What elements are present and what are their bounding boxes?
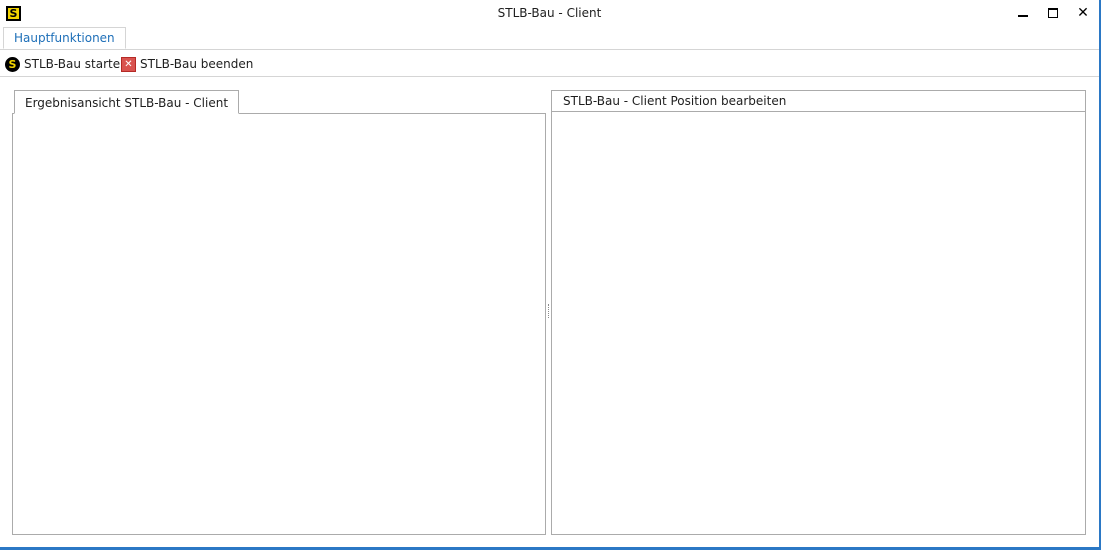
position-edit-header: STLB-Bau - Client Position bearbeiten [552, 91, 1085, 112]
stlb-stop-button[interactable]: ✕ STLB-Bau beenden [121, 55, 253, 73]
maximize-button[interactable] [1038, 0, 1068, 26]
maximize-icon [1048, 8, 1058, 18]
title-bar[interactable]: S STLB-Bau - Client ✕ [0, 0, 1099, 26]
tab-ergebnisansicht[interactable]: Ergebnisansicht STLB-Bau - Client [14, 90, 240, 114]
position-edit-panel[interactable]: STLB-Bau - Client Position bearbeiten [551, 90, 1086, 535]
app-window: S STLB-Bau - Client ✕ Hauptfunktionen S … [0, 0, 1101, 550]
tab-hauptfunktionen[interactable]: Hauptfunktionen [3, 27, 126, 49]
stlb-start-icon-letter: S [8, 57, 17, 71]
ribbon-tab-strip: Hauptfunktionen [0, 26, 1099, 50]
minimize-icon [1018, 15, 1028, 17]
stlb-start-icon: S [5, 56, 20, 72]
ribbon-toolbar: S STLB-Bau starten ✕ STLB-Bau beenden [0, 50, 1099, 77]
stlb-start-label: STLB-Bau starten [24, 57, 128, 71]
close-icon: ✕ [1077, 5, 1089, 21]
stlb-start-button[interactable]: S STLB-Bau starten [5, 55, 128, 73]
close-button[interactable]: ✕ [1068, 0, 1098, 26]
stop-icon: ✕ [121, 56, 136, 72]
results-view-panel[interactable] [12, 113, 546, 535]
minimize-button[interactable] [1008, 0, 1038, 26]
stlb-stop-label: STLB-Bau beenden [140, 57, 254, 71]
window-title: STLB-Bau - Client [497, 6, 602, 20]
